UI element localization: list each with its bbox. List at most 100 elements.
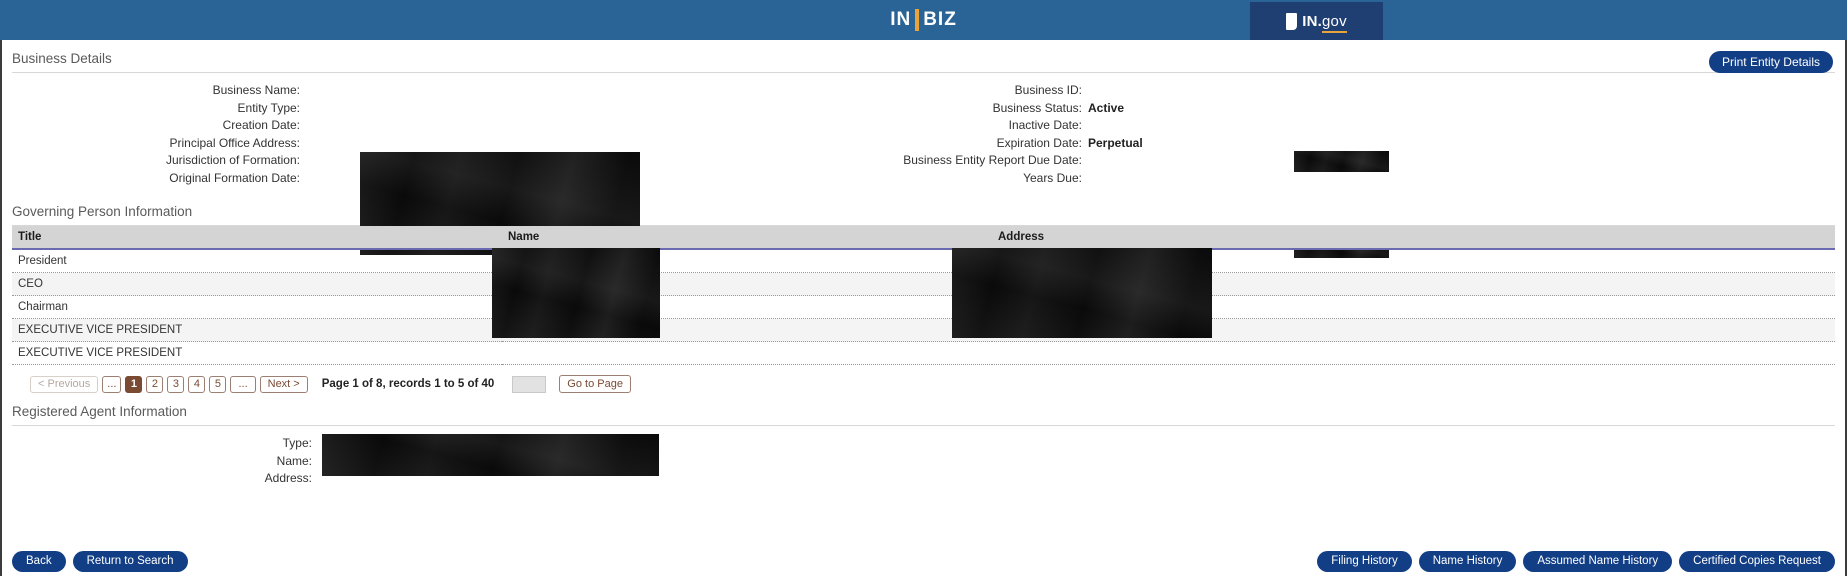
table-row: President	[12, 249, 1835, 273]
cell-address	[992, 319, 1835, 342]
cell-name	[502, 273, 992, 296]
detail-row-creation-date: Creation Date:	[2, 118, 642, 136]
table-row: EXECUTIVE VICE PRESIDENT	[12, 342, 1835, 365]
inbiz-logo-in: IN	[890, 9, 911, 31]
return-to-search-button[interactable]: Return to Search	[73, 551, 188, 572]
agent-row-name: Name:	[2, 454, 702, 472]
site-header: IN BIZ IN.gov	[0, 0, 1847, 40]
business-details-header: Business Details Print Entity Details	[2, 40, 1845, 72]
inbiz-logo[interactable]: IN BIZ	[890, 9, 957, 31]
detail-row-principal-office-address: Principal Office Address:	[2, 136, 642, 154]
ingov-logo-prefix: IN.	[1302, 13, 1322, 30]
cell-name	[502, 319, 992, 342]
assumed-name-history-button[interactable]: Assumed Name History	[1523, 551, 1672, 572]
ingov-logo[interactable]: IN.gov	[1250, 2, 1383, 40]
cell-address	[992, 342, 1835, 365]
column-header-address[interactable]: Address	[992, 226, 1835, 249]
detail-row-business-name: Business Name:	[2, 83, 642, 101]
indiana-flag-icon	[1286, 13, 1297, 30]
agent-row-address: Address:	[2, 471, 702, 489]
inbiz-logo-divider-icon	[915, 9, 919, 31]
governing-person-table-body: President CEO Chairman EXECUTIVE VICE PR…	[12, 249, 1835, 365]
print-entity-details-button[interactable]: Print Entity Details	[1709, 51, 1833, 73]
governing-person-table-wrap: Title Name Address President CEO Chair	[12, 226, 1835, 365]
cell-title: EXECUTIVE VICE PRESIDENT	[12, 342, 502, 365]
agent-row-type: Type:	[2, 436, 702, 454]
pagination-ellipsis-right[interactable]: ...	[230, 376, 255, 393]
table-header-row: Title Name Address	[12, 226, 1835, 249]
pagination-page-4[interactable]: 4	[188, 376, 205, 393]
pagination-info: Page 1 of 8, records 1 to 5 of 40	[322, 378, 495, 390]
cell-title: EXECUTIVE VICE PRESIDENT	[12, 319, 502, 342]
cell-address	[992, 249, 1835, 273]
back-button[interactable]: Back	[12, 551, 66, 572]
table-row: CEO	[12, 273, 1835, 296]
label-creation-date: Creation Date:	[2, 118, 300, 132]
footer-button-bar: Back Return to Search Filing History Nam…	[2, 548, 1845, 574]
detail-row-inactive-date: Inactive Date:	[792, 118, 1432, 136]
column-header-title[interactable]: Title	[12, 226, 502, 249]
governing-person-header: Governing Person Information	[2, 193, 1845, 225]
detail-row-expiration-date: Expiration Date: Perpetual	[792, 136, 1432, 154]
detail-row-entity-type: Entity Type:	[2, 101, 642, 119]
label-report-due-date: Business Entity Report Due Date:	[792, 153, 1082, 167]
registered-agent-title: Registered Agent Information	[12, 404, 187, 419]
detail-row-original-formation-date: Original Formation Date:	[2, 171, 642, 189]
pagination-page-3[interactable]: 3	[167, 376, 184, 393]
detail-row-years-due: Years Due:	[792, 171, 1432, 189]
label-agent-address: Address:	[2, 471, 312, 485]
table-row: EXECUTIVE VICE PRESIDENT	[12, 319, 1835, 342]
label-business-name: Business Name:	[2, 83, 300, 97]
registered-agent-rows: Type: Name: Address:	[2, 436, 702, 489]
detail-row-business-status: Business Status: Active	[792, 101, 1432, 119]
cell-title: Chairman	[12, 296, 502, 319]
footer-right-buttons: Filing History Name History Assumed Name…	[1317, 551, 1835, 572]
detail-row-business-id: Business ID:	[792, 83, 1432, 101]
table-row: Chairman	[12, 296, 1835, 319]
column-header-name[interactable]: Name	[502, 226, 992, 249]
ingov-logo-suffix: gov	[1322, 13, 1347, 33]
business-details-content: Business Name: Entity Type: Creation Dat…	[2, 73, 1845, 193]
cell-address	[992, 296, 1835, 319]
cell-name	[502, 342, 992, 365]
governing-person-table: Title Name Address President CEO Chair	[12, 226, 1835, 365]
go-to-page-input[interactable]	[512, 376, 546, 393]
pagination-ellipsis-left[interactable]: ...	[102, 376, 121, 393]
governing-person-title: Governing Person Information	[12, 204, 192, 219]
name-history-button[interactable]: Name History	[1419, 551, 1517, 572]
label-inactive-date: Inactive Date:	[792, 118, 1082, 132]
registered-agent-content: Type: Name: Address:	[2, 426, 1845, 488]
business-details-right-column: Business ID: Business Status: Active Ina…	[792, 83, 1432, 188]
cell-name	[502, 296, 992, 319]
registered-agent-header: Registered Agent Information	[2, 393, 1845, 425]
business-details-left-column: Business Name: Entity Type: Creation Dat…	[2, 83, 642, 188]
certified-copies-request-button[interactable]: Certified Copies Request	[1679, 551, 1835, 572]
pagination-page-1[interactable]: 1	[125, 376, 142, 393]
governing-person-table-head: Title Name Address	[12, 226, 1835, 249]
label-jurisdiction-of-formation: Jurisdiction of Formation:	[2, 153, 300, 167]
inbiz-logo-biz: BIZ	[923, 9, 957, 31]
pagination: < Previous ... 1 2 3 4 5 ... Next > Page…	[2, 365, 1845, 393]
filing-history-button[interactable]: Filing History	[1317, 551, 1411, 572]
go-to-page-button[interactable]: Go to Page	[559, 375, 631, 393]
label-principal-office-address: Principal Office Address:	[2, 136, 300, 150]
detail-row-report-due-date: Business Entity Report Due Date:	[792, 153, 1432, 171]
footer-left-buttons: Back Return to Search	[12, 551, 188, 572]
label-entity-type: Entity Type:	[2, 101, 300, 115]
cell-title: President	[12, 249, 502, 273]
pagination-previous[interactable]: < Previous	[30, 376, 98, 393]
cell-title: CEO	[12, 273, 502, 296]
value-business-status: Active	[1082, 101, 1124, 115]
detail-row-jurisdiction-of-formation: Jurisdiction of Formation:	[2, 153, 642, 171]
pagination-page-2[interactable]: 2	[146, 376, 163, 393]
value-expiration-date: Perpetual	[1082, 136, 1143, 150]
pagination-page-5[interactable]: 5	[209, 376, 226, 393]
cell-address	[992, 273, 1835, 296]
cell-name	[502, 249, 992, 273]
business-details-title: Business Details	[12, 51, 112, 66]
label-business-status: Business Status:	[792, 101, 1082, 115]
pagination-next[interactable]: Next >	[260, 376, 308, 393]
label-expiration-date: Expiration Date:	[792, 136, 1082, 150]
label-agent-name: Name:	[2, 454, 312, 468]
label-agent-type: Type:	[2, 436, 312, 450]
